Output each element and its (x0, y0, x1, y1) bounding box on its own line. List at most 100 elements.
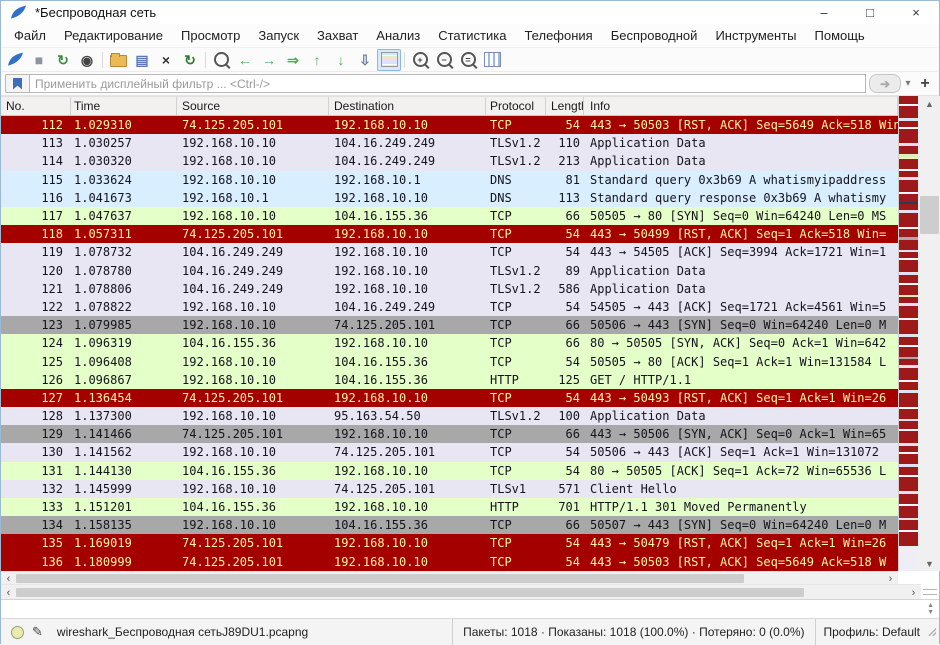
packet-row-116[interactable]: 1161.041673192.168.10.1192.168.10.10DNS1… (1, 189, 898, 207)
hscrollbar-thumb[interactable] (16, 588, 804, 597)
find-packet-button[interactable] (209, 49, 233, 71)
hscrollbar-thumb[interactable] (16, 574, 744, 583)
column-header-protocol[interactable]: Protocol (486, 97, 546, 115)
menu-item-5[interactable]: Анализ (367, 28, 429, 43)
packet-minimap[interactable] (898, 96, 918, 571)
apply-filter-button[interactable]: ➔ (869, 74, 901, 93)
packet-row-122[interactable]: 1221.078822192.168.10.10104.16.249.249TC… (1, 298, 898, 316)
packet-row-118[interactable]: 1181.05731174.125.205.101192.168.10.10TC… (1, 225, 898, 243)
menu-item-9[interactable]: Инструменты (706, 28, 805, 43)
packet-row-131[interactable]: 1311.144130104.16.155.36192.168.10.10TCP… (1, 462, 898, 480)
cell-no: 118 (1, 227, 71, 241)
packet-row-114[interactable]: 1141.030320192.168.10.10104.16.249.249TL… (1, 152, 898, 170)
vertical-scrollbar-thumb[interactable] (920, 196, 939, 234)
cell-dst: 104.16.249.249 (329, 300, 486, 314)
cell-dst: 192.168.10.10 (329, 245, 486, 259)
menu-item-2[interactable]: Просмотр (172, 28, 249, 43)
close-icon[interactable]: × (893, 1, 939, 24)
close-file-button[interactable]: × (154, 49, 178, 71)
capture-comment-icon[interactable]: ✎ (32, 624, 43, 640)
menu-item-6[interactable]: Статистика (429, 28, 515, 43)
column-header-source[interactable]: Source (177, 97, 329, 115)
maximize-icon[interactable]: □ (847, 1, 893, 24)
packet-list-hscrollbar[interactable]: ‹ › (1, 571, 898, 585)
resize-columns-button[interactable] (480, 49, 504, 71)
display-filter-input[interactable] (29, 74, 866, 93)
profile-label[interactable]: Профиль: Default (816, 619, 929, 645)
stop-capture-button[interactable]: ■ (27, 49, 51, 71)
scroll-up-icon[interactable]: ▲ (918, 96, 940, 111)
packet-row-127[interactable]: 1271.13645474.125.205.101192.168.10.10TC… (1, 389, 898, 407)
pane-scroll-arrows[interactable]: ▲ ▼ (927, 602, 934, 616)
splitter-handle[interactable] (923, 589, 937, 595)
capture-filename: wireshark_Беспроводная сетьJ89DU1.pcapng (57, 625, 452, 639)
colorize-packets-button[interactable] (377, 49, 401, 71)
cell-src: 192.168.10.10 (177, 300, 329, 314)
zoom-out-button[interactable]: − (432, 49, 456, 71)
menu-item-1[interactable]: Редактирование (55, 28, 172, 43)
menu-item-3[interactable]: Запуск (249, 28, 308, 43)
column-header-length[interactable]: Length (546, 97, 584, 115)
packet-row-133[interactable]: 1331.151201104.16.155.36192.168.10.10HTT… (1, 498, 898, 516)
scroll-down-icon[interactable]: ▼ (918, 556, 940, 571)
packet-row-128[interactable]: 1281.137300192.168.10.1095.163.54.50TLSv… (1, 407, 898, 425)
resize-grip[interactable] (928, 628, 936, 636)
secondary-hscrollbar[interactable]: ‹ › (1, 584, 921, 600)
open-file-button[interactable] (106, 49, 130, 71)
add-filter-button[interactable]: + (915, 75, 935, 93)
go-to-packet-button[interactable]: ⇒ (281, 49, 305, 71)
cell-src: 192.168.10.10 (177, 136, 329, 150)
packet-row-135[interactable]: 1351.16901974.125.205.101192.168.10.10TC… (1, 534, 898, 552)
go-forward-button[interactable]: → (257, 49, 281, 71)
packet-row-113[interactable]: 1131.030257192.168.10.10104.16.249.249TL… (1, 134, 898, 152)
zoom-in-button[interactable]: + (408, 49, 432, 71)
packet-row-126[interactable]: 1261.096867192.168.10.10104.16.155.36HTT… (1, 371, 898, 389)
menu-item-8[interactable]: Беспроводной (602, 28, 707, 43)
column-header-destination[interactable]: Destination (329, 97, 486, 115)
filter-bookmark-button[interactable] (5, 74, 29, 93)
packet-row-112[interactable]: 1121.02931074.125.205.101192.168.10.10TC… (1, 116, 898, 134)
column-header-info[interactable]: Info (584, 97, 898, 115)
packet-row-130[interactable]: 1301.141562192.168.10.1074.125.205.101TC… (1, 443, 898, 461)
packet-row-117[interactable]: 1171.047637192.168.10.10104.16.155.36TCP… (1, 207, 898, 225)
restart-capture-button[interactable]: ↻ (51, 49, 75, 71)
packet-row-121[interactable]: 1211.078806104.16.249.249192.168.10.10TL… (1, 280, 898, 298)
column-header-no[interactable]: No. (1, 97, 71, 115)
minimize-icon[interactable]: – (801, 1, 847, 24)
menu-item-0[interactable]: Файл (5, 28, 55, 43)
menu-item-7[interactable]: Телефония (515, 28, 601, 43)
scroll-left-icon[interactable]: ‹ (1, 585, 16, 600)
reload-file-button[interactable]: ↻ (178, 49, 202, 71)
packet-row-119[interactable]: 1191.078732104.16.249.249192.168.10.10TC… (1, 243, 898, 261)
filter-dropdown-icon[interactable]: ▾ (901, 78, 915, 89)
zoom-normal-button[interactable]: = (456, 49, 480, 71)
packet-row-124[interactable]: 1241.096319104.16.155.36192.168.10.10TCP… (1, 334, 898, 352)
packet-row-120[interactable]: 1201.078780104.16.249.249192.168.10.10TL… (1, 262, 898, 280)
auto-scroll-button[interactable]: ⇩ (353, 49, 377, 71)
vertical-scrollbar[interactable]: ▲ ▼ (918, 96, 940, 571)
cell-time: 1.030320 (71, 154, 177, 168)
go-first-packet-button[interactable]: ↑ (305, 49, 329, 71)
menu-item-4[interactable]: Захват (308, 28, 367, 43)
packet-row-123[interactable]: 1231.079985192.168.10.1074.125.205.101TC… (1, 316, 898, 334)
packet-row-115[interactable]: 1151.033624192.168.10.10192.168.10.1DNS8… (1, 171, 898, 189)
save-file-button[interactable]: ▤ (130, 49, 154, 71)
wireshark-logo-icon (10, 5, 27, 20)
capture-options-button[interactable]: ◉ (75, 49, 99, 71)
packet-row-136[interactable]: 1361.18099974.125.205.101192.168.10.10TC… (1, 553, 898, 571)
packet-row-134[interactable]: 1341.158135192.168.10.10104.16.155.36TCP… (1, 516, 898, 534)
packet-row-125[interactable]: 1251.096408192.168.10.10104.16.155.36TCP… (1, 352, 898, 370)
go-back-button[interactable]: ← (233, 49, 257, 71)
packet-row-129[interactable]: 1291.14146674.125.205.101192.168.10.10TC… (1, 425, 898, 443)
packet-row-132[interactable]: 1321.145999192.168.10.1074.125.205.101TL… (1, 480, 898, 498)
go-last-packet-button[interactable]: ↓ (329, 49, 353, 71)
cell-dst: 192.168.10.10 (329, 227, 486, 241)
expert-info-icon[interactable] (11, 626, 24, 639)
scroll-up-icon[interactable]: ▲ (927, 602, 934, 609)
open-file-icon (110, 55, 127, 67)
scroll-down-icon[interactable]: ▼ (927, 609, 934, 616)
menu-item-10[interactable]: Помощь (806, 28, 874, 43)
scroll-right-icon[interactable]: › (906, 585, 921, 600)
start-capture-button[interactable] (3, 49, 27, 71)
column-header-time[interactable]: Time (71, 97, 177, 115)
